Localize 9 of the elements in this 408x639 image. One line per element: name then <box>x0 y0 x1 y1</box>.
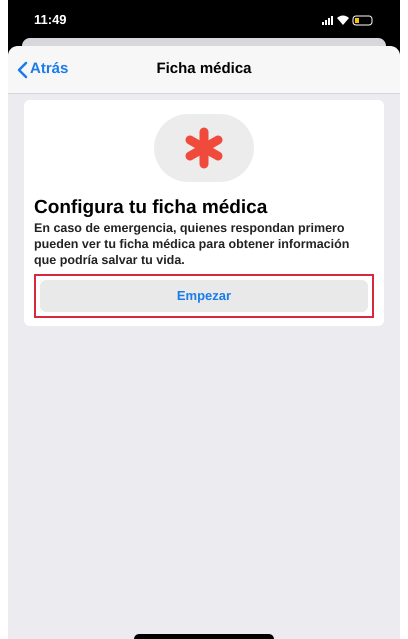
navigation-title: Ficha médica <box>156 59 252 80</box>
chevron-left-icon <box>16 60 28 78</box>
card-heading: Configura tu ficha médica <box>34 196 268 220</box>
back-button[interactable]: Atrás <box>16 58 68 81</box>
start-button[interactable]: Empezar <box>40 280 368 312</box>
card-description: En caso de emergencia, quienes respondan primero pueden ver tu ficha médica para obtener información que podría salvar tu vida. <box>34 220 350 268</box>
medical-asterisk-icon <box>183 127 225 169</box>
status-time: 11:49 <box>34 11 67 30</box>
status-icons <box>322 14 374 26</box>
